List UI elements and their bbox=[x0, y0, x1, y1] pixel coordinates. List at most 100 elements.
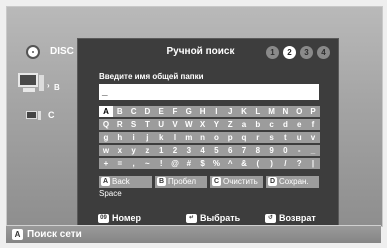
keyboard-key[interactable]: $ bbox=[195, 158, 210, 169]
number-button[interactable]: 09 Номер bbox=[98, 213, 142, 224]
select-button[interactable]: ↵ Выбрать bbox=[186, 213, 240, 224]
keyboard-key[interactable]: - bbox=[292, 145, 307, 156]
keyboard-key[interactable]: G bbox=[181, 106, 196, 117]
number-label: Номер bbox=[112, 213, 142, 223]
keyboard-key[interactable]: s bbox=[264, 132, 279, 143]
keyboard-key[interactable]: % bbox=[209, 158, 224, 169]
a-key-icon: A bbox=[12, 229, 23, 240]
keyboard-key[interactable]: 5 bbox=[209, 145, 224, 156]
keyboard-key[interactable]: U bbox=[154, 119, 169, 130]
keyboard-key[interactable]: H bbox=[195, 106, 210, 117]
keyboard-key[interactable]: L bbox=[250, 106, 265, 117]
keyboard-key[interactable]: b bbox=[250, 119, 265, 130]
keyboard-key[interactable]: T bbox=[140, 119, 155, 130]
keyboard-key[interactable]: 2 bbox=[168, 145, 182, 156]
keyboard-key[interactable]: i bbox=[126, 132, 141, 143]
keyboard-key[interactable]: R bbox=[112, 119, 127, 130]
keyboard-key[interactable]: ? bbox=[292, 158, 307, 169]
keyboard-key[interactable]: W bbox=[181, 119, 196, 130]
keyboard-key[interactable]: E bbox=[154, 106, 169, 117]
keyboard-key[interactable]: ^ bbox=[223, 158, 238, 169]
keyboard-key[interactable]: y bbox=[126, 145, 141, 156]
keyboard-key[interactable]: o bbox=[209, 132, 224, 143]
keyboard-key[interactable]: + bbox=[99, 158, 113, 169]
keyboard-key[interactable]: B bbox=[112, 106, 127, 117]
clear-button[interactable]: C Очистить bbox=[210, 176, 263, 188]
keyboard-key[interactable]: 0 bbox=[278, 145, 293, 156]
keyboard-key[interactable]: Z bbox=[223, 119, 238, 130]
keyboard-key[interactable]: P bbox=[306, 106, 320, 117]
keyboard-key[interactable]: c bbox=[264, 119, 279, 130]
network-search-button[interactable]: Поиск сети bbox=[27, 229, 82, 240]
keyboard-key[interactable]: f bbox=[306, 119, 320, 130]
side-item-b[interactable]: B bbox=[54, 83, 60, 92]
keyboard-key[interactable]: / bbox=[278, 158, 293, 169]
keyboard-key[interactable]: _ bbox=[306, 145, 320, 156]
keyboard-key[interactable]: ~ bbox=[140, 158, 155, 169]
keyboard-key[interactable]: D bbox=[140, 106, 155, 117]
keyboard-key[interactable]: N bbox=[278, 106, 293, 117]
space-label: Пробел bbox=[168, 177, 196, 186]
keyboard-key[interactable]: r bbox=[250, 132, 265, 143]
keyboard-key[interactable]: e bbox=[292, 119, 307, 130]
keyboard-key[interactable]: X bbox=[195, 119, 210, 130]
keyboard-key[interactable]: d bbox=[278, 119, 293, 130]
keyboard-key[interactable]: t bbox=[278, 132, 293, 143]
side-item-c[interactable]: C bbox=[48, 110, 55, 120]
keyboard-key[interactable]: C bbox=[126, 106, 141, 117]
keyboard-key[interactable]: 6 bbox=[223, 145, 238, 156]
save-button[interactable]: D Сохран. bbox=[266, 176, 319, 188]
keyboard-key[interactable]: j bbox=[140, 132, 155, 143]
keyboard-key[interactable]: K bbox=[237, 106, 251, 117]
keyboard-key[interactable]: u bbox=[292, 132, 307, 143]
side-item-disc[interactable]: DISC bbox=[50, 46, 74, 57]
keyboard-key[interactable]: # bbox=[181, 158, 196, 169]
keyboard-key[interactable]: I bbox=[209, 106, 224, 117]
keyboard-key[interactable]: S bbox=[126, 119, 141, 130]
keyboard-key[interactable]: 7 bbox=[237, 145, 251, 156]
keyboard-key[interactable]: 4 bbox=[195, 145, 210, 156]
keyboard-key[interactable]: m bbox=[181, 132, 196, 143]
keyboard-key[interactable]: q bbox=[237, 132, 251, 143]
keyboard-key[interactable]: ) bbox=[264, 158, 279, 169]
keyboard-key[interactable]: z bbox=[140, 145, 155, 156]
keyboard-key[interactable]: A bbox=[99, 106, 113, 117]
keyboard-key[interactable]: 1 bbox=[154, 145, 169, 156]
keyboard-key[interactable]: ( bbox=[250, 158, 265, 169]
keyboard-key[interactable]: p bbox=[223, 132, 238, 143]
keyboard-key[interactable]: M bbox=[264, 106, 279, 117]
keyboard-key[interactable]: 8 bbox=[250, 145, 265, 156]
keyboard-key[interactable]: V bbox=[168, 119, 182, 130]
keyboard-key[interactable]: w bbox=[99, 145, 113, 156]
keyboard-key[interactable]: = bbox=[112, 158, 127, 169]
return-button[interactable]: ↺ Возврат bbox=[265, 213, 316, 224]
keyboard-key[interactable]: Y bbox=[209, 119, 224, 130]
keyboard-key[interactable]: , bbox=[126, 158, 141, 169]
keyboard-key[interactable]: O bbox=[292, 106, 307, 117]
keyboard-key[interactable]: l bbox=[168, 132, 182, 143]
enter-icon: ↵ bbox=[186, 214, 197, 224]
keyboard-key[interactable]: k bbox=[154, 132, 169, 143]
keyboard-key[interactable]: | bbox=[306, 158, 320, 169]
keyboard-key[interactable]: n bbox=[195, 132, 210, 143]
space-button[interactable]: B Пробел bbox=[155, 176, 207, 188]
keyboard-key[interactable]: ! bbox=[154, 158, 169, 169]
folder-name-input[interactable]: _ bbox=[99, 84, 319, 100]
keyboard-key[interactable]: g bbox=[99, 132, 113, 143]
step-2: 2 bbox=[283, 46, 296, 59]
keyboard-key[interactable]: 3 bbox=[181, 145, 196, 156]
keyboard-key[interactable]: 9 bbox=[264, 145, 279, 156]
keyboard-key[interactable]: v bbox=[306, 132, 320, 143]
keyboard-key[interactable]: Q bbox=[99, 119, 113, 130]
keyboard-key[interactable]: x bbox=[112, 145, 127, 156]
step-3: 3 bbox=[300, 46, 313, 59]
keyboard-key[interactable]: F bbox=[168, 106, 182, 117]
keyboard-key[interactable]: a bbox=[237, 119, 251, 130]
keyboard-key[interactable]: & bbox=[237, 158, 251, 169]
keyboard-key[interactable]: @ bbox=[168, 158, 182, 169]
keyboard-key[interactable]: J bbox=[223, 106, 238, 117]
keyboard-key[interactable]: h bbox=[112, 132, 127, 143]
folder-name-prompt: Введите имя общей папки bbox=[99, 72, 204, 81]
clear-label: Очистить bbox=[223, 177, 258, 186]
backspace-button[interactable]: A Back Space bbox=[99, 176, 152, 198]
